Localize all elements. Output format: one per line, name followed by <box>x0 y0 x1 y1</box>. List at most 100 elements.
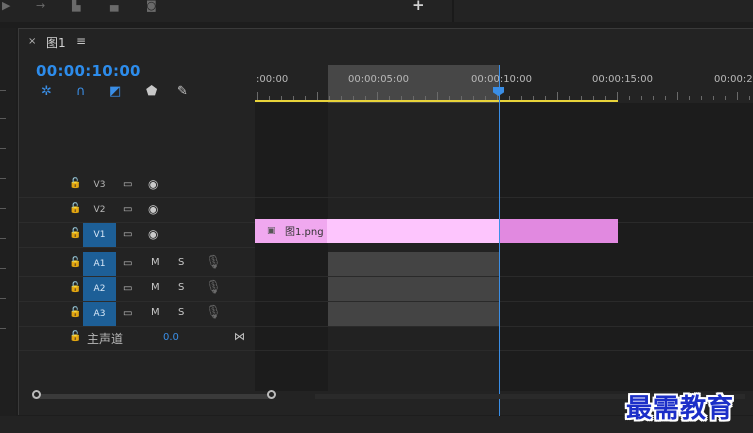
track-lane-a3[interactable] <box>255 302 753 327</box>
track-header-v1: 🔓 V1 ▭ ◉ <box>19 223 255 248</box>
wrench-icon[interactable]: ✎ <box>177 85 188 99</box>
ruler-label: 00:00:20 <box>714 74 753 85</box>
add-button[interactable]: + <box>412 0 425 13</box>
ruler-label: 00:00:10:00 <box>471 74 533 85</box>
ruler-tick <box>665 96 666 100</box>
watermark: 最需教育 <box>626 394 735 424</box>
lock-icon[interactable]: 🔓 <box>69 307 81 318</box>
video-clip[interactable]: ▣ 图1.png <box>255 219 618 243</box>
sequence-tab-label[interactable]: 图1 <box>46 34 66 51</box>
track-header-a2: 🔓 A2 ▭ M S 🎙 <box>19 277 255 302</box>
clip-name: 图1.png <box>285 227 324 238</box>
extract-icon[interactable]: ▄ <box>110 0 118 14</box>
left-panel-edge <box>0 28 16 418</box>
lift-icon[interactable]: ▙ <box>72 0 80 14</box>
mic-icon[interactable]: 🎙 <box>205 280 222 295</box>
step-forward-icon[interactable]: ▶ <box>2 0 10 14</box>
playhead-timecode[interactable]: 00:00:10:00 <box>36 62 141 80</box>
camera-icon[interactable]: ◙ <box>146 0 157 14</box>
ruler-tick <box>701 96 702 100</box>
lock-icon[interactable]: 🔓 <box>69 282 81 293</box>
scrollbar-thumb[interactable] <box>32 394 275 399</box>
ruler-tick <box>713 96 714 100</box>
track-name[interactable]: A3 <box>83 302 116 326</box>
track-lane-a1[interactable] <box>255 252 753 277</box>
ruler-tick <box>677 92 678 100</box>
ruler-tick <box>737 92 738 100</box>
timeline-tracks-area[interactable]: ▣ 图1.png <box>255 103 753 391</box>
solo-button[interactable]: S <box>178 282 184 293</box>
track-lane-a2[interactable] <box>255 277 753 302</box>
ruler-tick <box>317 92 318 100</box>
master-volume-value[interactable]: 0.0 <box>163 332 179 343</box>
ruler-tick <box>377 92 378 100</box>
track-headers: 🔓 V3 ▭ ◉ 🔓 V2 ▭ ◉ 🔓 V1 ▭ ◉ 🔓 A1 ▭ M S 🎙 … <box>19 103 255 393</box>
ruler-label: 00:00:05:00 <box>348 74 410 85</box>
panel-divider <box>452 0 454 22</box>
timeline-panel: × 图1 ≡ 00:00:10:00 ✲ ∩ ◩ ⬟ ✎ :00:00 00:0… <box>18 28 753 417</box>
work-area-bar[interactable] <box>255 100 618 102</box>
sync-lock-icon[interactable]: ▭ <box>123 204 132 215</box>
track-name[interactable]: V3 <box>83 173 116 197</box>
magnet-icon[interactable]: ∩ <box>76 85 86 99</box>
track-lane-v3[interactable] <box>255 173 753 198</box>
snap-icon[interactable]: ✲ <box>41 85 52 99</box>
eye-icon[interactable]: ◉ <box>148 202 158 216</box>
track-lane-master[interactable] <box>255 326 753 351</box>
mic-icon[interactable]: 🎙 <box>205 255 222 270</box>
track-header-v3: 🔓 V3 ▭ ◉ <box>19 173 255 198</box>
ruler-tick <box>557 92 558 100</box>
track-name[interactable]: V2 <box>83 198 116 222</box>
track-header-a1: 🔓 A1 ▭ M S 🎙 <box>19 252 255 277</box>
ruler-tick <box>725 96 726 100</box>
eye-icon[interactable]: ◉ <box>148 227 158 241</box>
lock-icon[interactable]: 🔓 <box>69 203 81 214</box>
ruler-tick <box>437 92 438 100</box>
ruler-tick <box>629 96 630 100</box>
solo-button[interactable]: S <box>178 257 184 268</box>
solo-button[interactable]: S <box>178 307 184 318</box>
sync-lock-icon[interactable]: ▭ <box>123 283 132 294</box>
fx-icon: ▣ <box>267 226 276 236</box>
lock-icon[interactable]: 🔓 <box>69 228 81 239</box>
sync-lock-icon[interactable]: ▭ <box>123 258 132 269</box>
mute-button[interactable]: M <box>151 307 160 318</box>
marker-icon[interactable]: ⬟ <box>146 85 157 99</box>
mute-button[interactable]: M <box>151 257 160 268</box>
mic-icon[interactable]: 🎙 <box>205 305 222 320</box>
linked-selection-icon[interactable]: ◩ <box>109 85 121 99</box>
lock-icon[interactable]: 🔓 <box>69 178 81 189</box>
ruler-tick <box>749 96 750 100</box>
eye-icon[interactable]: ◉ <box>148 177 158 191</box>
ruler-label: 00:00:15:00 <box>592 74 654 85</box>
lock-icon[interactable]: 🔓 <box>69 257 81 268</box>
playhead-line[interactable] <box>499 65 500 417</box>
sync-lock-icon[interactable]: ▭ <box>123 229 132 240</box>
ruler-tick <box>641 96 642 100</box>
ruler-tick <box>689 96 690 100</box>
track-name[interactable]: A2 <box>83 277 116 301</box>
track-name[interactable]: V1 <box>83 223 116 247</box>
scrollbar-right-handle[interactable] <box>267 390 276 399</box>
master-track-label: 主声道 <box>87 332 124 346</box>
mute-button[interactable]: M <box>151 282 160 293</box>
sync-lock-icon[interactable]: ▭ <box>123 308 132 319</box>
lock-icon[interactable]: 🔓 <box>69 331 81 342</box>
sequence-tab[interactable]: × 图1 ≡ <box>19 29 753 55</box>
close-tab-icon[interactable]: × <box>28 36 36 47</box>
track-header-a3: 🔓 A3 ▭ M S 🎙 <box>19 302 255 327</box>
track-header-v2: 🔓 V2 ▭ ◉ <box>19 198 255 223</box>
time-ruler[interactable]: :00:00 00:00:05:00 00:00:10:00 00:00:15:… <box>255 65 753 103</box>
program-toolbar: ▶ → ▙ ▄ ◙ + <box>0 0 753 22</box>
track-header-master: 🔓 主声道 0.0 ⋈ <box>19 326 255 351</box>
panel-menu-icon[interactable]: ≡ <box>76 34 86 48</box>
insert-icon[interactable]: → <box>36 0 45 14</box>
ruler-tick <box>617 92 618 100</box>
ruler-label: :00:00 <box>256 74 289 85</box>
sync-lock-icon[interactable]: ▭ <box>123 179 132 190</box>
scrollbar-left-handle[interactable] <box>32 390 41 399</box>
go-to-end-icon[interactable]: ⋈ <box>234 330 245 343</box>
ruler-tick <box>257 92 258 100</box>
track-name[interactable]: A1 <box>83 252 116 276</box>
ruler-tick <box>653 96 654 100</box>
